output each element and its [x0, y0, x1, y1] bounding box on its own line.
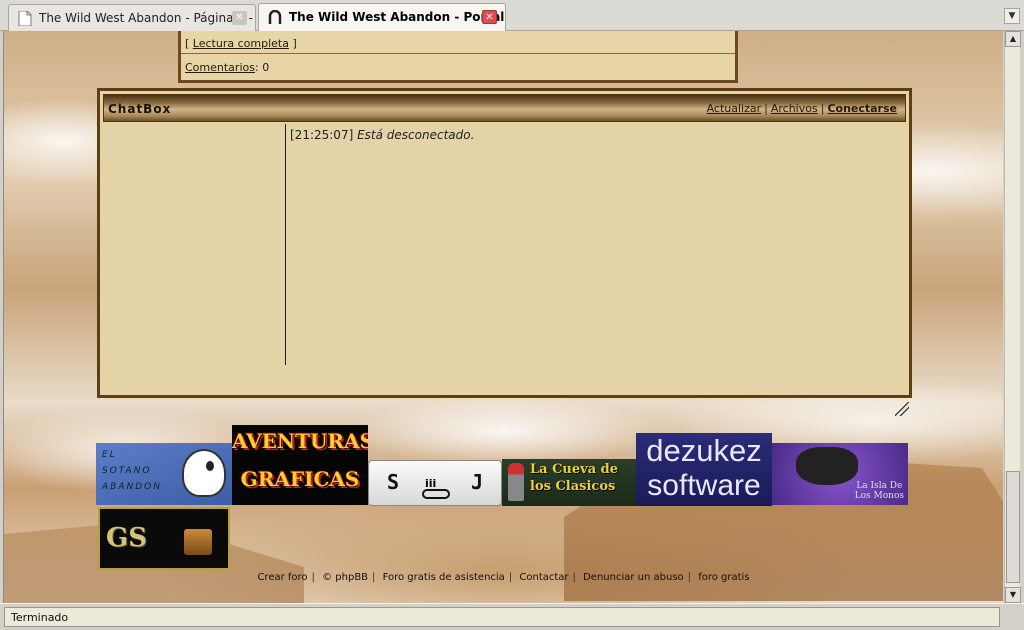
close-tab-icon[interactable]: ✕	[232, 11, 247, 25]
divider: |	[311, 572, 315, 583]
banner-dezukez-software[interactable]: dezukez software	[636, 433, 772, 506]
tab-bar: The Wild West Abandon - Página 3 - L... …	[0, 0, 1024, 31]
banner-line: los Clasicos	[530, 479, 616, 494]
scroll-up-icon[interactable]: ▲	[1005, 31, 1021, 47]
status-bar: Terminado	[0, 603, 1024, 630]
face-icon: iii	[419, 467, 453, 499]
banner-line: Los Monos	[854, 491, 904, 501]
banner-aventuras-graficas[interactable]: AVENTURAS GRAFICAS	[232, 425, 368, 505]
divider: |	[508, 572, 513, 583]
connect-link[interactable]: Conectarse	[827, 102, 897, 115]
banner-la-isla-de-los-monos[interactable]: La Isla De Los Monos	[772, 443, 908, 505]
vertical-scrollbar[interactable]: ▲ ▼	[1004, 31, 1021, 603]
divider: |	[372, 572, 376, 583]
read-more-row: [ Lectura completa ]	[185, 37, 297, 50]
footer-link-crear-foro[interactable]: Crear foro	[257, 572, 307, 583]
banner-line: La Isla De	[856, 481, 903, 491]
banner-letter: S	[387, 470, 400, 494]
banner-text: La Isla De Los Monos	[855, 481, 904, 501]
scroll-thumb[interactable]	[1006, 471, 1020, 583]
footer-links: Crear foro | © phpBB | Foro gratis de asis…	[4, 572, 1003, 583]
page-icon	[18, 11, 32, 26]
scroll-down-icon[interactable]: ▼	[1005, 587, 1021, 603]
message-text: Está desconectado.	[357, 128, 475, 142]
mascot-icon	[182, 449, 226, 497]
divider	[181, 53, 735, 54]
footer-link-phpbb[interactable]: © phpBB	[322, 572, 368, 583]
bracket-close: ]	[292, 37, 297, 50]
portal-post: [ Lectura completa ] Comentarios: 0	[178, 31, 738, 83]
banner-text: La Cueva de los Clasicos	[530, 461, 618, 495]
resize-grip-icon[interactable]	[895, 402, 909, 416]
horseshoe-icon	[268, 10, 282, 24]
tab-label: The Wild West Abandon - Página 3 - L...	[39, 11, 256, 25]
banner-line: AVENTURAS	[232, 429, 368, 453]
chatbox-header: ChatBox Actualizar | Archivos | Conectarse	[103, 94, 906, 122]
tab-label: The Wild West Abandon - Portal	[289, 10, 505, 24]
banner-letter: J	[470, 470, 483, 494]
tab-wild-west-portal[interactable]: The Wild West Abandon - Portal ✕	[258, 3, 506, 31]
banner-sj[interactable]: S iii J	[368, 460, 502, 506]
tab-wild-west-pagina-3[interactable]: The Wild West Abandon - Página 3 - L... …	[8, 4, 256, 31]
chatbox-panel: ChatBox Actualizar | Archivos | Conectarse […	[97, 88, 912, 398]
banner-line: La Cueva de	[530, 462, 619, 477]
banner-line: ABANDON	[102, 482, 162, 492]
comments-row: Comentarios: 0	[185, 61, 269, 74]
archives-link[interactable]: Archivos	[771, 102, 818, 115]
banner-line: GRAFICAS	[240, 467, 360, 491]
banner-la-cueva-de-los-clasicos[interactable]: La Cueva de los Clasicos	[502, 459, 638, 506]
tab-scroll-down-icon[interactable]: ▼	[1004, 8, 1020, 24]
divider: |	[572, 572, 576, 583]
footer-link-foro-gratis-asistencia[interactable]: Foro gratis de asistencia	[383, 572, 505, 583]
comments-count: 0	[262, 61, 270, 74]
chatbox-messages: [21:25:07] Está desconectado.	[290, 128, 474, 142]
banner-text: GS	[106, 523, 147, 553]
refresh-link[interactable]: Actualizar	[707, 102, 762, 115]
footer-link-foro-gratis[interactable]: foro gratis	[698, 572, 749, 583]
comments-link[interactable]: Comentarios	[185, 61, 255, 74]
banner-el-sotano-abandon[interactable]: EL SOTANO ABANDON	[96, 443, 232, 505]
banner-gs[interactable]: GS	[98, 507, 230, 570]
character-icon	[184, 529, 212, 555]
footer-link-contactar[interactable]: Contactar	[519, 572, 568, 583]
chatbox-links: Actualizar | Archivos | Conectarse	[707, 102, 897, 115]
read-more-link[interactable]: Lectura completa	[193, 37, 289, 50]
banner-line: dezukez	[646, 433, 762, 468]
banner-line: SOTANO	[102, 466, 152, 476]
divider: |	[687, 572, 692, 583]
joystick-icon	[508, 463, 524, 501]
banner-text: EL SOTANO ABANDON	[102, 447, 162, 495]
footer-link-denunciar-abuso[interactable]: Denunciar un abuso	[583, 572, 684, 583]
divider: |	[764, 102, 768, 115]
chatbox-title: ChatBox	[108, 102, 172, 116]
comments-colon: :	[254, 61, 259, 74]
bracket-open: [	[185, 37, 190, 50]
page-viewport: [ Lectura completa ] Comentarios: 0 Chat…	[3, 31, 1003, 603]
mouth-shape	[422, 489, 450, 499]
gorilla-icon	[796, 447, 858, 485]
message-time: [21:25:07]	[290, 128, 354, 142]
banner-line: EL	[102, 450, 117, 460]
close-tab-icon[interactable]: ✕	[482, 10, 497, 24]
chatbox-user-list	[103, 124, 286, 365]
status-text: Terminado	[4, 607, 1000, 627]
divider: |	[820, 102, 825, 115]
banner-line: software	[647, 469, 761, 502]
